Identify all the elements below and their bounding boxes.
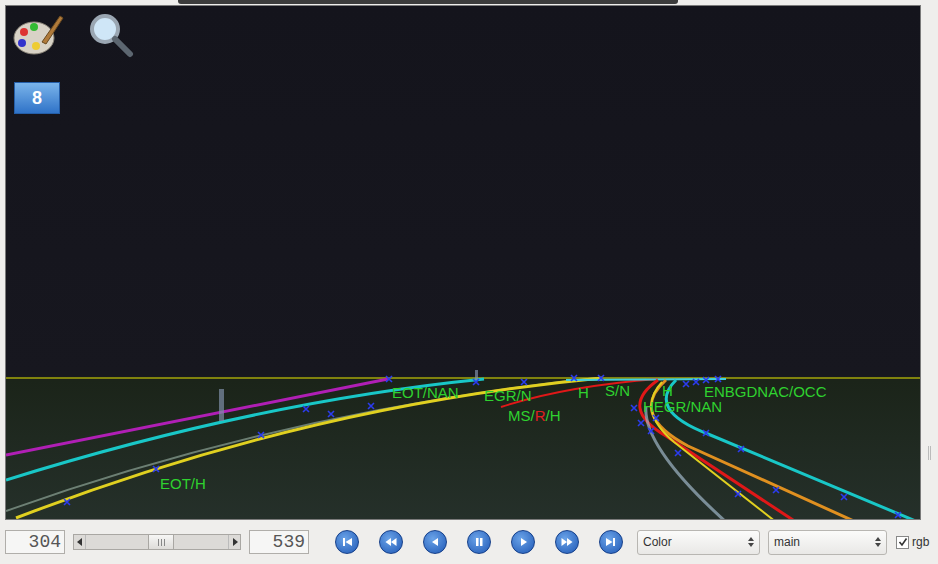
player-window: 8 EOT/NAN EGR/N H S/N H ENBGDNAC/OCCHEGR/NAN MS… <box>0 0 938 564</box>
player-toolbar: 304 539 Color main rgb <box>0 520 938 564</box>
last-frame-button-icon <box>604 535 618 549</box>
magnifier-icon[interactable] <box>86 12 134 60</box>
pause-button-icon <box>472 535 486 549</box>
last-frame-button[interactable] <box>599 530 623 554</box>
frame-slider[interactable] <box>73 534 241 550</box>
lane-label: EOT/NAN <box>392 384 459 401</box>
rgb-label: rgb <box>912 533 929 551</box>
frame-badge: 8 <box>14 82 60 114</box>
lane-label: HEGR/NAN <box>643 398 722 415</box>
updown-arrow-icon <box>747 536 755 548</box>
check-icon <box>898 537 908 547</box>
current-frame-field[interactable]: 304 <box>5 530 65 554</box>
rewind-button[interactable] <box>379 530 403 554</box>
first-frame-button-icon <box>340 535 354 549</box>
previous-button[interactable] <box>423 530 447 554</box>
slider-thumb[interactable] <box>148 535 174 549</box>
lane-label: EOT/H <box>160 475 206 492</box>
lane-label: H <box>578 384 589 401</box>
lane-label: H <box>662 382 673 399</box>
total-frames-field: 539 <box>249 530 309 554</box>
left-arrow-icon[interactable] <box>77 538 83 546</box>
palette-icon[interactable] <box>12 12 64 60</box>
pause-button[interactable] <box>467 530 491 554</box>
lane-label: S/N <box>605 382 630 399</box>
rewind-button-icon <box>384 535 398 549</box>
fast-forward-button[interactable] <box>555 530 579 554</box>
view-mode-dropdown[interactable]: Color <box>637 530 760 555</box>
lane-label: MS/R/H <box>508 407 561 424</box>
first-frame-button[interactable] <box>335 530 359 554</box>
previous-button-icon <box>428 535 442 549</box>
right-arrow-icon[interactable] <box>232 538 238 546</box>
dropdown-value: main <box>774 533 800 551</box>
rgb-checkbox[interactable]: rgb <box>896 533 929 551</box>
side-gutter <box>921 0 938 520</box>
lane-label: EGR/N <box>484 387 532 404</box>
play-button[interactable] <box>511 530 535 554</box>
channel-dropdown[interactable]: main <box>768 530 887 555</box>
updown-arrow-icon <box>874 536 882 548</box>
play-button-icon <box>516 535 530 549</box>
lane-overlay <box>6 6 921 520</box>
lane-label: ENBGDNAC/OCC <box>704 383 827 400</box>
fast-forward-button-icon <box>560 535 574 549</box>
video-view: 8 EOT/NAN EGR/N H S/N H ENBGDNAC/OCCHEGR/NAN MS… <box>5 5 921 520</box>
top-bar <box>178 0 678 4</box>
dropdown-value: Color <box>643 533 672 551</box>
